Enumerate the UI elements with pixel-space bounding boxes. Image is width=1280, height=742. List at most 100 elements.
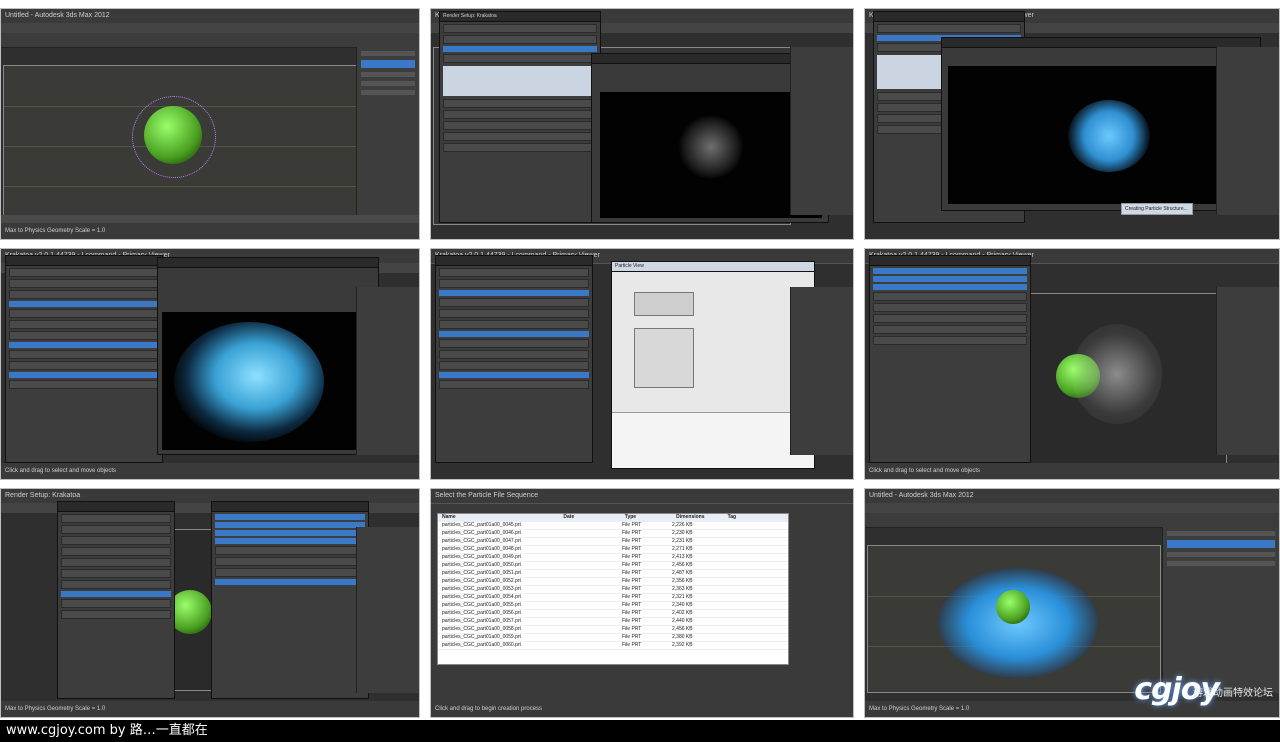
file-name: particles_CGC_part01a00_0046.prt <box>442 530 521 536</box>
file-size: 2,440 KB <box>672 618 693 624</box>
particle-view-window[interactable]: Particle View <box>611 261 815 469</box>
main-toolbar <box>1 33 419 48</box>
file-type: File PRT <box>622 642 642 648</box>
tile-6: Krakatoa v2.0.1.44739 - Lcommand - Prima… <box>864 248 1280 480</box>
file-size: 2,231 KB <box>672 538 693 544</box>
file-type: File PRT <box>622 522 642 528</box>
file-row[interactable]: particles_CGC_part01a00_0047.prt File PRT… <box>438 538 788 546</box>
file-size: 2,226 KB <box>672 522 693 528</box>
file-size: 2,487 KB <box>672 570 693 576</box>
krakatoa-settings-dialog[interactable] <box>5 255 163 463</box>
file-name: particles_CGC_part01a00_0059.prt <box>442 634 521 640</box>
tile-4: Krakatoa v2.0.1.44739 - Lcommand - Prima… <box>0 248 420 480</box>
command-panel <box>790 47 853 215</box>
krakatoa-settings-dialog[interactable]: Render Setup: Krakatoa <box>439 11 601 223</box>
window-title: Select the Particle File Sequence <box>431 489 853 504</box>
file-row[interactable]: particles_CGC_part01a00_0048.prt File PRT… <box>438 546 788 554</box>
window-title: Untitled - Autodesk 3ds Max 2012 <box>1 9 419 24</box>
file-list[interactable]: Name Date Type Dimensions Tag particles_… <box>437 513 789 665</box>
perspective-viewport[interactable] <box>867 545 1161 693</box>
main-toolbar <box>865 513 1279 528</box>
file-type: File PRT <box>622 610 642 616</box>
file-type: File PRT <box>622 586 642 592</box>
file-name: particles_CGC_part01a00_0056.prt <box>442 610 521 616</box>
file-rows: particles_CGC_part01a00_0045.prt File PRT… <box>438 522 788 650</box>
tile-1: Untitled - Autodesk 3ds Max 2012 Max to … <box>0 8 420 240</box>
render-output <box>600 92 822 218</box>
tile-3: Krakatoa v2.0.1.44739 - Lcommand - Prima… <box>864 8 1280 240</box>
file-name: particles_CGC_part01a00_0058.prt <box>442 626 521 632</box>
file-row[interactable]: particles_CGC_part01a00_0058.prt File PRT… <box>438 626 788 634</box>
file-row[interactable]: particles_CGC_part01a00_0060.prt File PRT… <box>438 642 788 650</box>
status-bar: Max to Physics Geometry Scale = 1.0 <box>1 223 419 239</box>
cgjoy-logo-subtitle: 游戏动画特效论坛 <box>1193 688 1273 699</box>
screenshot-grid: Untitled - Autodesk 3ds Max 2012 Max to … <box>0 8 1280 718</box>
file-name: particles_CGC_part01a00_0053.prt <box>442 586 521 592</box>
file-type: File PRT <box>622 554 642 560</box>
file-name: particles_CGC_part01a00_0054.prt <box>442 594 521 600</box>
command-panel <box>356 527 419 693</box>
render-output <box>948 66 1252 204</box>
perspective-viewport[interactable] <box>1015 293 1227 465</box>
file-row[interactable]: particles_CGC_part01a00_0053.prt File PRT… <box>438 586 788 594</box>
file-row[interactable]: particles_CGC_part01a00_0046.prt File PRT… <box>438 530 788 538</box>
file-type: File PRT <box>622 594 642 600</box>
command-panel <box>356 287 419 455</box>
file-name: particles_CGC_part01a00_0048.prt <box>442 546 521 552</box>
command-panel <box>1216 287 1279 455</box>
file-type: File PRT <box>622 578 642 584</box>
file-name: particles_CGC_part01a00_0060.prt <box>442 642 521 648</box>
file-size: 2,380 KB <box>672 634 693 640</box>
partitioning-dialog[interactable] <box>869 255 1031 463</box>
file-type: File PRT <box>622 538 642 544</box>
file-name: particles_CGC_part01a00_0057.prt <box>442 618 521 624</box>
file-row[interactable]: particles_CGC_part01a00_0059.prt File PRT… <box>438 634 788 642</box>
file-name: particles_CGC_part01a00_0055.prt <box>442 602 521 608</box>
file-type: File PRT <box>622 602 642 608</box>
file-name: particles_CGC_part01a00_0049.prt <box>442 554 521 560</box>
timeline[interactable] <box>1 215 419 223</box>
file-row[interactable]: particles_CGC_part01a00_0050.prt File PRT… <box>438 562 788 570</box>
file-row[interactable]: particles_CGC_part01a00_0054.prt File PRT… <box>438 594 788 602</box>
tile-8: Select the Particle File Sequence Name D… <box>430 488 854 718</box>
file-size: 2,321 KB <box>672 594 693 600</box>
perspective-viewport[interactable] <box>3 65 357 217</box>
file-size: 2,340 KB <box>672 602 693 608</box>
file-row[interactable]: particles_CGC_part01a00_0045.prt File PRT… <box>438 522 788 530</box>
window-title: Untitled - Autodesk 3ds Max 2012 <box>865 489 1279 504</box>
file-type: File PRT <box>622 546 642 552</box>
tile-5: Krakatoa v2.0.1.44739 - Lcommand - Prima… <box>430 248 854 480</box>
menu-bar <box>1 23 419 33</box>
file-size: 2,271 KB <box>672 546 693 552</box>
partitioning-dialog[interactable] <box>211 501 369 699</box>
status-bar: Max to Physics Geometry Scale = 1.0 <box>1 701 419 717</box>
file-name: particles_CGC_part01a00_0051.prt <box>442 570 521 576</box>
status-bar: Click and drag to select and move object… <box>865 463 1279 479</box>
file-name: particles_CGC_part01a00_0052.prt <box>442 578 521 584</box>
render-setup-dialog[interactable] <box>57 501 175 699</box>
particle-cloud <box>1072 324 1162 424</box>
krakatoa-settings-dialog[interactable] <box>435 255 593 463</box>
file-type: File PRT <box>622 570 642 576</box>
tile-2: Krakatoa v2.0.1.44739 - Lcommand - Prima… <box>430 8 854 240</box>
file-row[interactable]: particles_CGC_part01a00_0052.prt File PRT… <box>438 578 788 586</box>
status-bar: Click and drag to begin creation process <box>431 701 853 717</box>
file-row[interactable]: particles_CGC_part01a00_0049.prt File PRT… <box>438 554 788 562</box>
file-size: 2,402 KB <box>672 610 693 616</box>
tile-9: Untitled - Autodesk 3ds Max 2012 Max to … <box>864 488 1280 718</box>
dialog-title: Render Setup: Krakatoa <box>440 12 600 22</box>
render-frame-window[interactable] <box>157 257 379 455</box>
command-panel <box>356 47 419 215</box>
file-type: File PRT <box>622 562 642 568</box>
file-size: 2,363 KB <box>672 586 693 592</box>
render-frame-window[interactable] <box>941 37 1261 211</box>
status-bar: Click and drag to select and move object… <box>1 463 419 479</box>
file-row[interactable]: particles_CGC_part01a00_0055.prt File PRT… <box>438 602 788 610</box>
particle-cloud <box>132 96 216 178</box>
file-row[interactable]: particles_CGC_part01a00_0051.prt File PRT… <box>438 570 788 578</box>
file-row[interactable]: particles_CGC_part01a00_0056.prt File PRT… <box>438 610 788 618</box>
progress-popup: Creating Particle Structure... <box>1121 203 1193 215</box>
file-size: 2,356 KB <box>672 578 693 584</box>
file-row[interactable]: particles_CGC_part01a00_0057.prt File PRT… <box>438 618 788 626</box>
file-size: 2,456 KB <box>672 562 693 568</box>
